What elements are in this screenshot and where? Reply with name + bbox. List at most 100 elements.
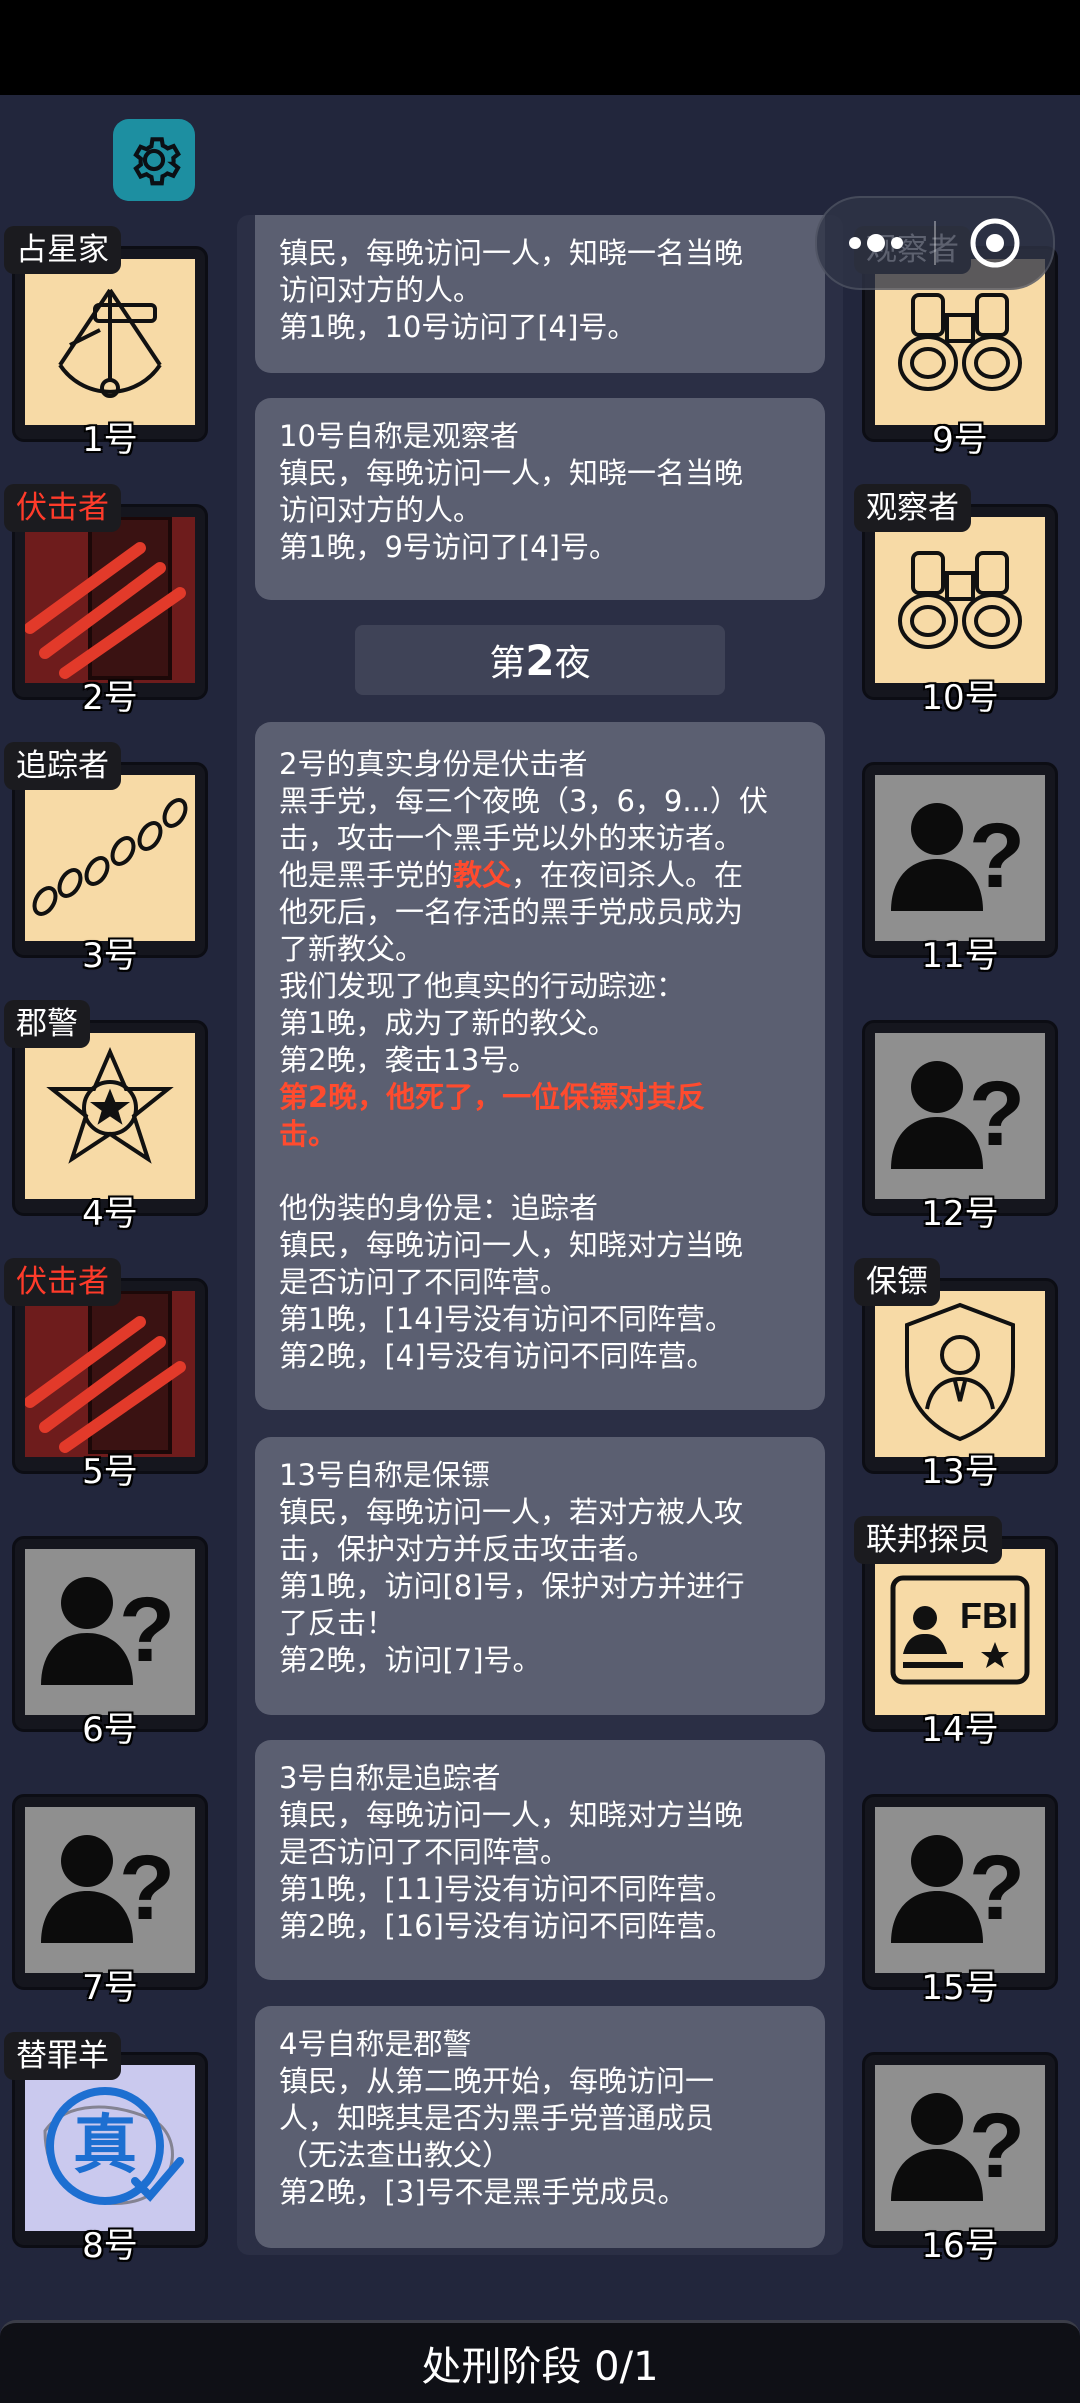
player-number: 14号 — [921, 1710, 999, 1750]
claw-scratch-icon — [25, 1291, 195, 1457]
log-line: 了新教父。 — [279, 932, 425, 966]
execution-phase-label: 处刑阶段 0/1 — [421, 2344, 659, 2390]
player-portrait: ? — [25, 1807, 195, 1973]
player-card[interactable]: ? 15号 — [862, 1794, 1058, 2008]
role-tag: 伏击者 — [4, 1258, 121, 1306]
log-message: 4号自称是郡警 镇民，从第二晚开始，每晚访问一 人，知晓其是否为黑手党普通成员 （无法… — [255, 2006, 825, 2248]
player-number: 3号 — [82, 936, 138, 976]
svg-text:?: ? — [119, 1837, 175, 1939]
log-line: 镇民，从第二晚开始，每晚访问一 — [279, 2064, 715, 2098]
log-line: 第2晚，袭击13号。 — [279, 1043, 538, 1077]
player-card[interactable]: ? 7号 — [12, 1794, 208, 2008]
true-stamp-icon: 真 — [25, 2071, 195, 2225]
log-line: 第1晚，10号访问了[4]号。 — [279, 310, 637, 344]
log-line: 4号自称是郡警 — [279, 2027, 472, 2061]
player-number: 16号 — [921, 2226, 999, 2266]
player-number: 7号 — [82, 1968, 138, 2008]
log-line: 镇民，每晚访问一人，知晓一名当晚 — [279, 456, 744, 490]
execution-phase-bar[interactable]: 处刑阶段 0/1 — [0, 2320, 1080, 2403]
log-line: 击。 — [279, 1117, 338, 1151]
player-number: 5号 — [82, 1452, 138, 1492]
player-portrait — [25, 1033, 195, 1199]
sheriff-badge-icon — [40, 1044, 180, 1188]
log-text: 他是黑手党的 — [279, 858, 454, 892]
unknown-person-icon: ? — [885, 1049, 1035, 1183]
log-line: 是否访问了不同阵营。 — [279, 1265, 570, 1299]
player-number: 9号 — [932, 420, 988, 460]
log-line: 访问对方的人。 — [279, 493, 483, 527]
player-portrait: FBI — [875, 1549, 1045, 1715]
player-card[interactable]: 13号 — [862, 1278, 1058, 1492]
role-tag: 联邦探员 — [854, 1516, 1002, 1564]
svg-text:FBI: FBI — [960, 1595, 1018, 1636]
sextant-icon — [40, 270, 180, 414]
role-tag: 伏击者 — [4, 484, 121, 532]
role-tag: 保镖 — [854, 1258, 940, 1306]
claw-scratch-icon — [25, 517, 195, 683]
log-message: 10号自称是观察者 镇民，每晚访问一人，知晓一名当晚 访问对方的人。 第1晚，9号访问… — [255, 398, 825, 600]
status-bar — [0, 0, 1080, 95]
log-line: 10号自称是观察者 — [279, 419, 519, 453]
log-line: （无法查出教父） — [279, 2138, 512, 2172]
svg-text:?: ? — [119, 1579, 175, 1681]
role-tag: 替罪羊 — [4, 2032, 121, 2080]
gear-icon — [133, 137, 181, 186]
player-card[interactable]: 3号 — [12, 762, 208, 976]
log-message: 13号自称是保镖 镇民，每晚访问一人，若对方被人攻 击，保护对方并反击攻击者。 第1晚… — [255, 1437, 825, 1715]
player-card[interactable]: 4号 — [12, 1020, 208, 1234]
footprints-icon — [25, 791, 195, 925]
more-dots-icon[interactable] — [817, 234, 934, 252]
log-line: 第1晚，访问[8]号，保护对方并进行 — [279, 1569, 745, 1603]
player-portrait: 真 — [25, 2065, 195, 2231]
player-card[interactable]: ? 6号 — [12, 1536, 208, 1750]
player-card[interactable]: 10号 — [862, 504, 1058, 718]
log-line: 第2晚，访问[7]号。 — [279, 1643, 542, 1677]
player-number: 8号 — [82, 2226, 138, 2266]
player-card[interactable]: 5号 — [12, 1278, 208, 1492]
unknown-person-icon: ? — [885, 2081, 1035, 2215]
player-card[interactable]: FBI 14号 — [862, 1536, 1058, 1750]
unknown-person-icon: ? — [35, 1823, 185, 1957]
log-text: ，在夜间杀人。在 — [511, 858, 744, 892]
player-card[interactable]: 2号 — [12, 504, 208, 718]
player-portrait: ? — [875, 1033, 1045, 1199]
fbi-card-icon: FBI — [885, 1570, 1035, 1694]
log-line: 第2晚，他死了，一位保镖对其反 — [279, 1080, 706, 1114]
night-header: 第2夜 — [355, 625, 725, 695]
log-line: 第2晚，[3]号不是黑手党成员。 — [279, 2175, 687, 2209]
target-circle-icon[interactable] — [936, 217, 1053, 269]
log-line: 第2晚，[16]号没有访问不同阵营。 — [279, 1909, 734, 1943]
svg-text:?: ? — [969, 2095, 1025, 2197]
log-line: 13号自称是保镖 — [279, 1458, 490, 1492]
player-card[interactable]: ? 16号 — [862, 2052, 1058, 2266]
log-line: 他死后，一名存活的黑手党成员成为 — [279, 895, 744, 929]
log-line: 镇民，每晚访问一人，知晓对方当晚 — [279, 1228, 744, 1262]
player-number: 4号 — [82, 1194, 138, 1234]
log-line: 镇民，每晚访问一人，知晓对方当晚 — [279, 1798, 744, 1832]
player-card[interactable]: ? 12号 — [862, 1020, 1058, 1234]
player-portrait — [25, 517, 195, 683]
player-portrait: ? — [875, 1807, 1045, 1973]
log-line: 镇民，每晚访问一人，知晓一名当晚 — [279, 236, 744, 270]
settings-button[interactable] — [113, 119, 195, 201]
player-portrait — [25, 1291, 195, 1457]
svg-text:真: 真 — [73, 2109, 137, 2183]
log-line: 2号的真实身份是伏击者 — [279, 747, 588, 781]
player-number: 11号 — [921, 936, 999, 976]
svg-text:?: ? — [969, 805, 1025, 907]
player-number: 10号 — [921, 678, 999, 718]
miniprogram-capsule[interactable] — [815, 196, 1055, 290]
player-card[interactable]: 真 8号 — [12, 2052, 208, 2266]
unknown-person-icon: ? — [885, 791, 1035, 925]
player-card[interactable]: 1号 — [12, 246, 208, 460]
binoculars-icon — [895, 285, 1025, 399]
player-portrait: ? — [25, 1549, 195, 1715]
player-portrait — [25, 775, 195, 941]
log-line: 他伪装的身份是：追踪者 — [279, 1191, 599, 1225]
log-message: 镇民，每晚访问一人，知晓一名当晚 访问对方的人。 第1晚，10号访问了[4]号。 — [255, 215, 825, 373]
svg-text:?: ? — [969, 1837, 1025, 1939]
role-tag: 占星家 — [4, 226, 121, 274]
log-line: 第1晚，成为了新的教父。 — [279, 1006, 617, 1040]
player-card[interactable]: ? 11号 — [862, 762, 1058, 976]
